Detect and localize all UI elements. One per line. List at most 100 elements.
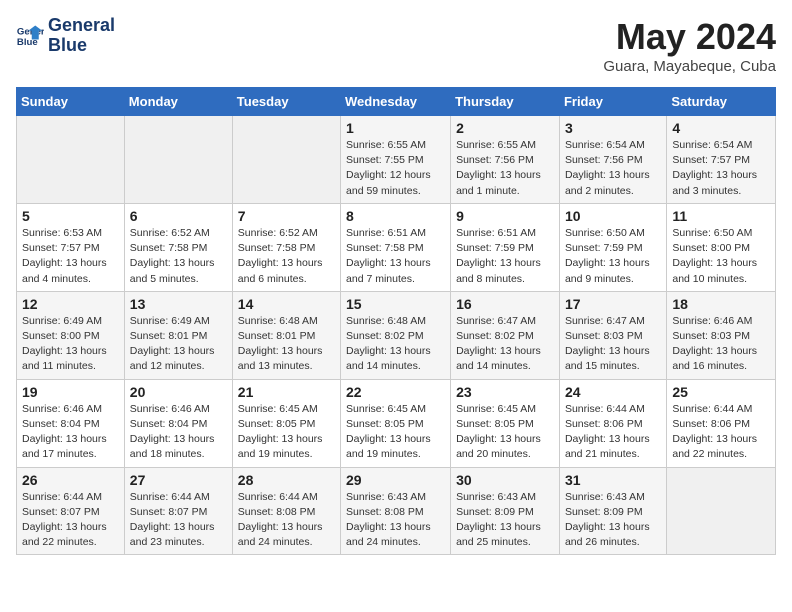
day-header-saturday: Saturday (667, 88, 776, 116)
day-info: Sunrise: 6:49 AM Sunset: 8:01 PM Dayligh… (130, 314, 227, 375)
day-info: Sunrise: 6:44 AM Sunset: 8:06 PM Dayligh… (565, 402, 661, 463)
day-number: 31 (565, 472, 661, 488)
day-number: 27 (130, 472, 227, 488)
day-info: Sunrise: 6:51 AM Sunset: 7:58 PM Dayligh… (346, 226, 445, 287)
day-info: Sunrise: 6:43 AM Sunset: 8:09 PM Dayligh… (565, 490, 661, 551)
location-subtitle: Guara, Mayabeque, Cuba (603, 58, 776, 75)
day-info: Sunrise: 6:50 AM Sunset: 7:59 PM Dayligh… (565, 226, 661, 287)
day-number: 11 (672, 208, 770, 224)
day-info: Sunrise: 6:44 AM Sunset: 8:07 PM Dayligh… (22, 490, 119, 551)
day-number: 25 (672, 384, 770, 400)
day-header-monday: Monday (124, 88, 232, 116)
calendar-cell: 6 Sunrise: 6:52 AM Sunset: 7:58 PM Daylig… (124, 203, 232, 291)
day-number: 20 (130, 384, 227, 400)
logo-icon: General Blue (16, 22, 44, 50)
day-info: Sunrise: 6:44 AM Sunset: 8:08 PM Dayligh… (238, 490, 335, 551)
logo: General Blue General Blue (16, 16, 115, 56)
calendar-table: SundayMondayTuesdayWednesdayThursdayFrid… (16, 87, 776, 555)
month-title: May 2024 (603, 16, 776, 58)
calendar-cell: 3 Sunrise: 6:54 AM Sunset: 7:56 PM Daylig… (559, 116, 666, 204)
calendar-cell: 25Sunrise: 6:44 AM Sunset: 8:06 PM Dayli… (667, 379, 776, 467)
day-header-friday: Friday (559, 88, 666, 116)
day-number: 29 (346, 472, 445, 488)
calendar-cell: 10Sunrise: 6:50 AM Sunset: 7:59 PM Dayli… (559, 203, 666, 291)
calendar-week-row: 12Sunrise: 6:49 AM Sunset: 8:00 PM Dayli… (17, 291, 776, 379)
day-info: Sunrise: 6:46 AM Sunset: 8:04 PM Dayligh… (130, 402, 227, 463)
day-number: 12 (22, 296, 119, 312)
calendar-cell: 7Sunrise: 6:52 AM Sunset: 7:58 PM Daylig… (232, 203, 340, 291)
calendar-cell: 31 Sunrise: 6:43 AM Sunset: 8:09 PM Dayli… (559, 467, 666, 555)
day-number: 30 (456, 472, 554, 488)
day-number: 3 (565, 120, 661, 136)
calendar-cell (232, 116, 340, 204)
day-number: 23 (456, 384, 554, 400)
calendar-cell (667, 467, 776, 555)
day-info: Sunrise: 6:46 AM Sunset: 8:04 PM Dayligh… (22, 402, 119, 463)
day-info: Sunrise: 6:48 AM Sunset: 8:02 PM Dayligh… (346, 314, 445, 375)
svg-text:General: General (17, 26, 44, 37)
day-number: 2 (456, 120, 554, 136)
day-number: 6 (130, 208, 227, 224)
day-number: 5 (22, 208, 119, 224)
day-number: 14 (238, 296, 335, 312)
day-number: 16 (456, 296, 554, 312)
day-info: Sunrise: 6:47 AM Sunset: 8:03 PM Dayligh… (565, 314, 661, 375)
calendar-cell: 17 Sunrise: 6:47 AM Sunset: 8:03 PM Dayli… (559, 291, 666, 379)
logo-text: General Blue (48, 16, 115, 56)
calendar-cell: 15 Sunrise: 6:48 AM Sunset: 8:02 PM Dayli… (341, 291, 451, 379)
day-number: 9 (456, 208, 554, 224)
day-info: Sunrise: 6:52 AM Sunset: 7:58 PM Dayligh… (238, 226, 335, 287)
calendar-cell: 18 Sunrise: 6:46 AM Sunset: 8:03 PM Dayli… (667, 291, 776, 379)
day-header-wednesday: Wednesday (341, 88, 451, 116)
calendar-cell: 20 Sunrise: 6:46 AM Sunset: 8:04 PM Dayli… (124, 379, 232, 467)
calendar-cell: 23 Sunrise: 6:45 AM Sunset: 8:05 PM Dayli… (451, 379, 560, 467)
day-number: 13 (130, 296, 227, 312)
page-header: General Blue General Blue May 2024 Guara… (16, 16, 776, 75)
calendar-cell: 29 Sunrise: 6:43 AM Sunset: 8:08 PM Dayli… (341, 467, 451, 555)
day-info: Sunrise: 6:53 AM Sunset: 7:57 PM Dayligh… (22, 226, 119, 287)
calendar-cell: 28 Sunrise: 6:44 AM Sunset: 8:08 PM Dayli… (232, 467, 340, 555)
day-number: 21 (238, 384, 335, 400)
day-number: 22 (346, 384, 445, 400)
day-number: 19 (22, 384, 119, 400)
calendar-week-row: 19 Sunrise: 6:46 AM Sunset: 8:04 PM Dayli… (17, 379, 776, 467)
day-info: Sunrise: 6:46 AM Sunset: 8:03 PM Dayligh… (672, 314, 770, 375)
calendar-cell: 2 Sunrise: 6:55 AM Sunset: 7:56 PM Daylig… (451, 116, 560, 204)
calendar-cell: 30Sunrise: 6:43 AM Sunset: 8:09 PM Dayli… (451, 467, 560, 555)
day-info: Sunrise: 6:50 AM Sunset: 8:00 PM Dayligh… (672, 226, 770, 287)
day-info: Sunrise: 6:51 AM Sunset: 7:59 PM Dayligh… (456, 226, 554, 287)
day-header-thursday: Thursday (451, 88, 560, 116)
calendar-cell: 19 Sunrise: 6:46 AM Sunset: 8:04 PM Dayli… (17, 379, 125, 467)
calendar-cell (124, 116, 232, 204)
day-number: 26 (22, 472, 119, 488)
calendar-cell: 13 Sunrise: 6:49 AM Sunset: 8:01 PM Dayli… (124, 291, 232, 379)
day-number: 28 (238, 472, 335, 488)
day-number: 24 (565, 384, 661, 400)
title-block: May 2024 Guara, Mayabeque, Cuba (603, 16, 776, 75)
calendar-cell: 12Sunrise: 6:49 AM Sunset: 8:00 PM Dayli… (17, 291, 125, 379)
day-number: 1 (346, 120, 445, 136)
day-number: 18 (672, 296, 770, 312)
day-number: 15 (346, 296, 445, 312)
day-info: Sunrise: 6:45 AM Sunset: 8:05 PM Dayligh… (456, 402, 554, 463)
day-header-sunday: Sunday (17, 88, 125, 116)
day-info: Sunrise: 6:55 AM Sunset: 7:56 PM Dayligh… (456, 138, 554, 199)
day-info: Sunrise: 6:45 AM Sunset: 8:05 PM Dayligh… (346, 402, 445, 463)
day-header-tuesday: Tuesday (232, 88, 340, 116)
calendar-cell: 24 Sunrise: 6:44 AM Sunset: 8:06 PM Dayli… (559, 379, 666, 467)
day-info: Sunrise: 6:48 AM Sunset: 8:01 PM Dayligh… (238, 314, 335, 375)
day-info: Sunrise: 6:52 AM Sunset: 7:58 PM Dayligh… (130, 226, 227, 287)
day-number: 17 (565, 296, 661, 312)
calendar-cell: 9 Sunrise: 6:51 AM Sunset: 7:59 PM Daylig… (451, 203, 560, 291)
day-info: Sunrise: 6:54 AM Sunset: 7:56 PM Dayligh… (565, 138, 661, 199)
calendar-week-row: 1Sunrise: 6:55 AM Sunset: 7:55 PM Daylig… (17, 116, 776, 204)
calendar-cell: 4Sunrise: 6:54 AM Sunset: 7:57 PM Daylig… (667, 116, 776, 204)
days-header-row: SundayMondayTuesdayWednesdayThursdayFrid… (17, 88, 776, 116)
day-number: 8 (346, 208, 445, 224)
calendar-cell: 21 Sunrise: 6:45 AM Sunset: 8:05 PM Dayli… (232, 379, 340, 467)
calendar-cell (17, 116, 125, 204)
day-info: Sunrise: 6:43 AM Sunset: 8:08 PM Dayligh… (346, 490, 445, 551)
calendar-cell: 26 Sunrise: 6:44 AM Sunset: 8:07 PM Dayli… (17, 467, 125, 555)
calendar-cell: 27Sunrise: 6:44 AM Sunset: 8:07 PM Dayli… (124, 467, 232, 555)
day-info: Sunrise: 6:45 AM Sunset: 8:05 PM Dayligh… (238, 402, 335, 463)
